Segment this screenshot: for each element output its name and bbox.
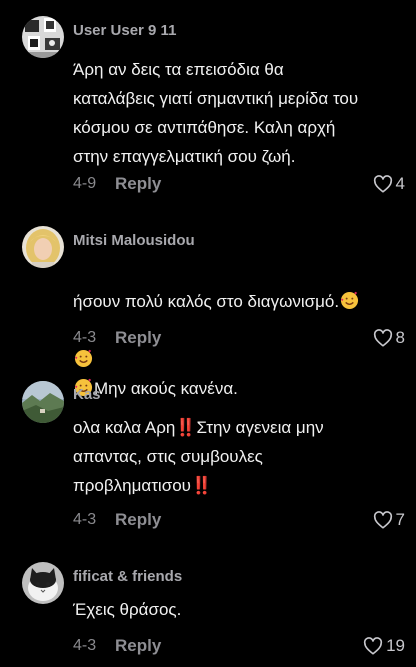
- comment-date: 4-9: [73, 175, 97, 192]
- comment-username[interactable]: Kas: [73, 386, 101, 403]
- comment-text: ολα καλα Αρη‼️Στην αγενεια μην απαντας, …: [73, 418, 324, 495]
- like-button[interactable]: 8: [373, 328, 405, 348]
- smiling-face-with-hearts-icon: [74, 349, 93, 368]
- like-button[interactable]: 7: [373, 510, 405, 530]
- heart-icon: [373, 511, 392, 529]
- cat-avatar-icon: [22, 562, 64, 604]
- comment-text: Έχεις θράσος.: [73, 600, 182, 619]
- comment-text: Άρη αν δεις τα επεισόδια θα καταλάβεις γ…: [73, 60, 359, 166]
- like-button[interactable]: 19: [363, 636, 405, 656]
- comment-text-line: Μην ακούς κανένα.: [94, 379, 238, 398]
- like-count: 8: [395, 328, 405, 347]
- heart-icon: [373, 175, 392, 193]
- heart-icon: [373, 329, 392, 347]
- reply-button[interactable]: Reply: [115, 636, 161, 656]
- collage-photo-avatar-icon: [22, 16, 64, 58]
- reply-button[interactable]: Reply: [115, 328, 161, 348]
- blonde-woman-avatar-icon: [22, 226, 64, 268]
- avatar[interactable]: [22, 381, 64, 423]
- avatar[interactable]: [22, 562, 64, 604]
- comment-username[interactable]: User User 9 11: [73, 22, 176, 39]
- comment-date: 4-3: [73, 511, 97, 528]
- landscape-avatar-icon: [22, 381, 64, 423]
- avatar[interactable]: [22, 226, 64, 268]
- comment-date: 4-3: [73, 637, 97, 654]
- like-button[interactable]: 4: [373, 174, 405, 194]
- like-count: 19: [386, 636, 405, 655]
- like-count: 7: [395, 510, 405, 529]
- comment-username[interactable]: Mitsi Malousidou: [73, 232, 195, 249]
- comment-username[interactable]: fificat & friends: [73, 568, 182, 585]
- avatar[interactable]: [22, 16, 64, 58]
- comment-text-line: ήσουν πολύ καλός στο διαγωνισμό.: [73, 292, 340, 311]
- smiling-face-with-hearts-icon: [341, 291, 359, 310]
- comment-date: 4-3: [73, 329, 97, 346]
- reply-button[interactable]: Reply: [115, 174, 161, 194]
- reply-button[interactable]: Reply: [115, 510, 161, 530]
- heart-icon: [363, 637, 383, 655]
- like-count: 4: [395, 174, 405, 193]
